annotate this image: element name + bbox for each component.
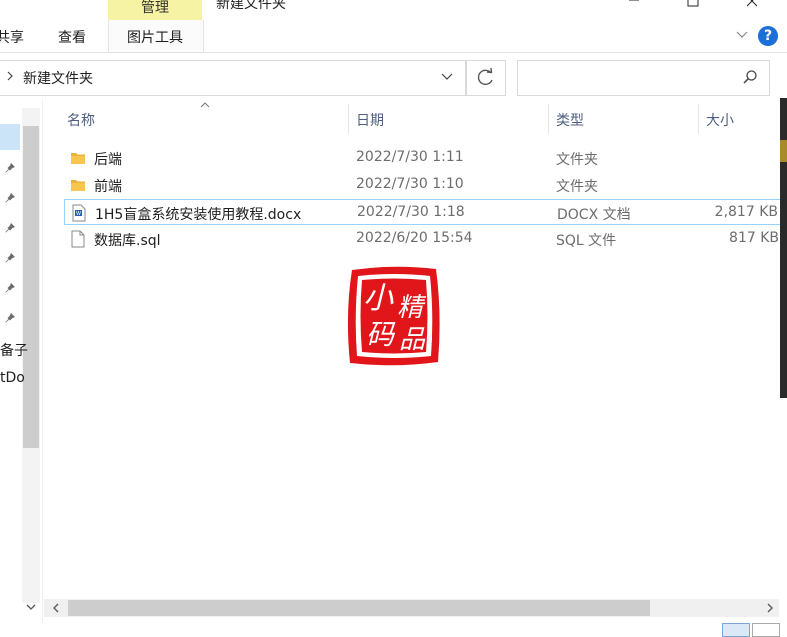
file-name: 后端	[94, 152, 122, 168]
file-name: 前端	[94, 179, 122, 195]
file-size: 2,817 KB	[714, 204, 778, 220]
pin-icon	[5, 313, 15, 323]
sort-ascending-icon	[200, 102, 210, 108]
refresh-icon	[477, 67, 493, 86]
svg-text:W: W	[76, 211, 81, 217]
pin-icon	[5, 163, 15, 173]
column-divider[interactable]	[548, 104, 549, 134]
close-icon[interactable]	[744, 0, 760, 8]
column-header-name[interactable]: 名称	[67, 110, 95, 130]
table-row[interactable]: 后端 2022/7/30 1:11 文件夹	[64, 145, 787, 171]
column-header-size[interactable]: 大小	[706, 110, 734, 130]
nav-scroll-thumb[interactable]	[23, 126, 39, 448]
minimize-icon[interactable]	[626, 0, 642, 6]
file-date: 2022/7/30 1:11	[356, 149, 464, 165]
tab-manage[interactable]: 管理	[108, 0, 202, 20]
file-type: 文件夹	[556, 152, 598, 168]
chevron-right-icon[interactable]	[764, 602, 776, 614]
chevron-left-icon[interactable]	[50, 602, 62, 614]
column-divider[interactable]	[348, 104, 349, 134]
maximize-icon[interactable]	[685, 0, 701, 8]
large-icons-view-icon[interactable]	[752, 623, 780, 637]
column-header-type[interactable]: 类型	[556, 110, 584, 130]
tab-picture-tools[interactable]: 图片工具	[108, 27, 202, 47]
tab-share[interactable]: 共享	[0, 27, 24, 47]
column-header-date[interactable]: 日期	[356, 110, 384, 130]
nav-selected-item[interactable]	[0, 124, 20, 150]
address-path[interactable]: 新建文件夹	[23, 68, 93, 88]
search-input[interactable]	[517, 60, 770, 96]
pin-icon	[5, 223, 15, 233]
file-type: 文件夹	[556, 179, 598, 195]
watermark-seal: 小 精 码 品	[347, 266, 440, 366]
text-file-icon	[71, 230, 85, 248]
details-view-icon[interactable]	[722, 623, 750, 637]
nav-item-label[interactable]: tDo	[0, 370, 25, 386]
file-date: 2022/7/30 1:18	[357, 204, 465, 220]
window-title: 新建文件夹	[216, 0, 286, 12]
file-name: 数据库.sql	[94, 233, 161, 249]
pin-icon	[5, 253, 15, 263]
file-type: DOCX 文档	[557, 207, 631, 223]
table-row[interactable]: 数据库.sql 2022/6/20 15:54 SQL 文件 817 KB	[64, 226, 787, 252]
file-type: SQL 文件	[556, 233, 617, 249]
chevron-right-icon[interactable]	[5, 69, 15, 83]
table-row[interactable]: W 1H5盲盒系统安装使用教程.docx 2022/7/30 1:18 DOCX…	[64, 199, 787, 225]
folder-icon	[71, 153, 85, 164]
seal-char: 精	[397, 293, 427, 323]
help-icon[interactable]: ?	[758, 26, 778, 46]
word-document-icon: W	[72, 204, 86, 222]
chevron-down-icon[interactable]	[440, 71, 454, 83]
tab-view[interactable]: 查看	[58, 27, 86, 47]
refresh-button[interactable]	[466, 60, 506, 96]
chevron-down-icon[interactable]	[22, 601, 40, 615]
seal-char: 品	[399, 325, 426, 355]
table-row[interactable]: 前端 2022/7/30 1:10 文件夹	[64, 172, 787, 198]
seal-char: 小	[363, 281, 394, 316]
file-name: 1H5盲盒系统安装使用教程.docx	[95, 207, 302, 223]
file-date: 2022/7/30 1:10	[356, 176, 464, 192]
nav-item-label[interactable]: 备子	[0, 340, 28, 360]
folder-icon	[71, 180, 85, 191]
pin-icon	[5, 193, 15, 203]
column-divider[interactable]	[698, 104, 699, 134]
pin-icon	[5, 283, 15, 293]
seal-char: 码	[366, 318, 396, 351]
horizontal-scroll-thumb[interactable]	[68, 600, 650, 616]
chevron-down-icon[interactable]	[734, 28, 750, 42]
file-size: 817 KB	[729, 230, 779, 246]
search-icon	[743, 70, 757, 84]
background-window-edge	[780, 140, 787, 162]
file-date: 2022/6/20 15:54	[356, 230, 473, 246]
